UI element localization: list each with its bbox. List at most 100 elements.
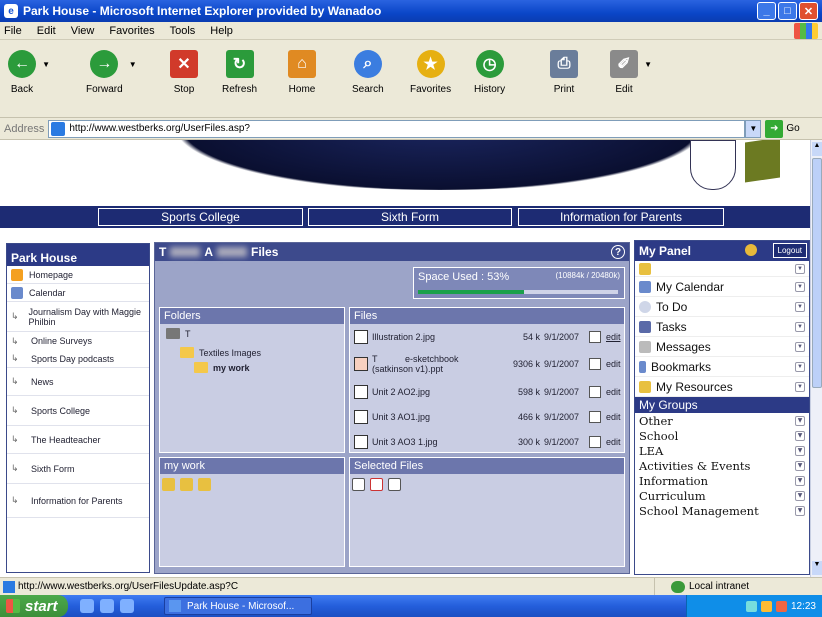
left-item-homepage[interactable]: Homepage xyxy=(7,266,149,284)
chevron-down-icon[interactable]: ▼ xyxy=(795,341,805,352)
new-folder-icon[interactable] xyxy=(162,478,175,491)
file-checkbox[interactable] xyxy=(589,358,601,370)
close-button[interactable]: ✕ xyxy=(799,2,818,20)
maximize-button[interactable]: □ xyxy=(778,2,797,20)
chevron-down-icon[interactable]: ▼ xyxy=(795,505,805,516)
group-item-activities-events[interactable]: Activities & Events ▼ xyxy=(635,458,809,473)
nav-information-for-parents[interactable]: Information for Parents xyxy=(518,208,724,226)
home-button[interactable]: ⌂ Home xyxy=(288,50,316,95)
panel-item-my-resources[interactable]: My Resources ▼ xyxy=(635,377,809,397)
chevron-down-icon[interactable]: ▼ xyxy=(795,263,805,274)
move-file-icon[interactable] xyxy=(388,478,401,491)
back-button[interactable]: ← Back ▼ xyxy=(8,50,50,95)
panel-item-messages[interactable]: Messages ▼ xyxy=(635,337,809,357)
panel-item-my-calendar[interactable]: My Calendar ▼ xyxy=(635,277,809,297)
panel-item-to-do[interactable]: To Do ▼ xyxy=(635,297,809,317)
scroll-thumb[interactable] xyxy=(812,158,822,388)
left-item-headteacher[interactable]: ↳ The Headteacher xyxy=(7,426,149,454)
chevron-down-icon[interactable]: ▼ xyxy=(795,281,805,292)
security-icon[interactable] xyxy=(775,600,787,612)
file-edit-link[interactable]: edit xyxy=(606,359,621,369)
nav-sports-college[interactable]: Sports College xyxy=(98,208,303,226)
file-checkbox[interactable] xyxy=(589,410,601,423)
chevron-down-icon[interactable]: ▼ xyxy=(795,415,805,426)
group-item-school-management[interactable]: School Management ▼ xyxy=(635,503,809,518)
file-row[interactable]: Illustration 2.jpg 54 k 9/1/2007 edit xyxy=(350,324,624,349)
scroll-down-button[interactable]: ▼ xyxy=(812,561,822,575)
taskbar-window-button[interactable]: Park House - Microsof... xyxy=(164,597,312,615)
left-item-online-surveys[interactable]: ↳ Online Surveys xyxy=(7,332,149,350)
file-edit-link[interactable]: edit xyxy=(606,387,621,397)
chevron-down-icon[interactable]: ▼ xyxy=(795,381,805,392)
delete-folder-icon[interactable] xyxy=(198,478,211,491)
print-button[interactable]: ⎙ Print xyxy=(550,50,578,95)
left-item-journalism-day[interactable]: ↳ Journalism Day with Maggie Philbin xyxy=(7,302,149,332)
left-item-sports-college[interactable]: ↳ Sports College xyxy=(7,396,149,426)
add-file-icon[interactable] xyxy=(352,478,365,491)
panel-item-tasks[interactable]: Tasks ▼ xyxy=(635,317,809,337)
chevron-down-icon[interactable]: ▼ xyxy=(795,321,805,332)
chevron-down-icon[interactable]: ▼ xyxy=(795,460,805,471)
file-edit-link[interactable]: edit xyxy=(606,412,621,422)
group-item-lea[interactable]: LEA ▼ xyxy=(635,443,809,458)
history-button[interactable]: ◷ History xyxy=(474,50,505,95)
left-item-sixth-form[interactable]: ↳ Sixth Form xyxy=(7,454,149,484)
media-quicklaunch-icon[interactable] xyxy=(100,599,114,613)
left-item-calendar[interactable]: Calendar xyxy=(7,284,149,302)
chevron-down-icon[interactable]: ▼ xyxy=(795,361,805,372)
messenger-quicklaunch-icon[interactable] xyxy=(120,599,134,613)
folder-textiles-images[interactable]: Textiles Images xyxy=(180,347,344,358)
scroll-up-button[interactable]: ▲ xyxy=(812,142,822,156)
chevron-down-icon[interactable]: ▼ xyxy=(795,445,805,456)
left-item-news[interactable]: ↳ News xyxy=(7,368,149,396)
refresh-button[interactable]: ↻ Refresh xyxy=(222,50,257,95)
menu-view[interactable]: View xyxy=(71,25,95,37)
folder-root[interactable]: T xyxy=(166,328,344,339)
group-item-information[interactable]: Information ▼ xyxy=(635,473,809,488)
delete-file-icon[interactable] xyxy=(370,478,383,491)
rename-folder-icon[interactable] xyxy=(180,478,193,491)
file-edit-link[interactable]: edit xyxy=(606,332,621,342)
go-button[interactable]: Go xyxy=(786,123,799,134)
left-item-information-for-parents[interactable]: ↳ Information for Parents xyxy=(7,484,149,518)
group-item-other[interactable]: Other ▼ xyxy=(635,413,809,428)
stop-button[interactable]: ✕ Stop xyxy=(170,50,198,95)
forward-button[interactable]: → Forward ▼ xyxy=(86,50,137,95)
group-item-curriculum[interactable]: Curriculum ▼ xyxy=(635,488,809,503)
folder-my-work[interactable]: my work xyxy=(194,362,344,373)
start-button[interactable]: start xyxy=(0,595,68,617)
nav-sixth-form[interactable]: Sixth Form xyxy=(308,208,512,226)
file-row[interactable]: Unit 2 AO2.jpg 598 k 9/1/2007 edit xyxy=(350,379,624,404)
menu-edit[interactable]: Edit xyxy=(37,25,56,37)
address-input[interactable]: http://www.westberks.org/UserFiles.asp? xyxy=(48,119,746,138)
file-checkbox[interactable] xyxy=(589,330,601,343)
group-item-school[interactable]: School ▼ xyxy=(635,428,809,443)
minimize-button[interactable]: _ xyxy=(757,2,776,20)
file-row[interactable]: T e-sketchbook (satkinson v1).ppt 9306 k9… xyxy=(350,349,624,379)
menu-help[interactable]: Help xyxy=(210,25,233,37)
panel-item-notes[interactable]: ▼ xyxy=(635,261,809,277)
menu-tools[interactable]: Tools xyxy=(170,25,196,37)
volume-icon[interactable] xyxy=(760,600,772,612)
file-checkbox[interactable] xyxy=(589,435,601,448)
chevron-down-icon[interactable]: ▼ xyxy=(795,475,805,486)
logout-button[interactable]: Logout xyxy=(772,243,807,258)
file-row[interactable]: Unit 3 AO3 1.jpg 300 k 9/1/2007 edit xyxy=(350,429,624,454)
menu-file[interactable]: File xyxy=(4,25,22,37)
left-item-sports-day-podcasts[interactable]: ↳ Sports Day podcasts xyxy=(7,350,149,368)
help-icon[interactable]: ? xyxy=(611,245,625,259)
vertical-scrollbar[interactable]: ▲ ▼ xyxy=(810,140,822,577)
go-icon[interactable]: ➜ xyxy=(765,119,784,138)
panel-item-bookmarks[interactable]: Bookmarks ▼ xyxy=(635,357,809,377)
chevron-down-icon[interactable]: ▼ xyxy=(795,430,805,441)
chevron-down-icon[interactable]: ▼ xyxy=(795,301,805,312)
search-button[interactable]: ⌕ Search xyxy=(352,50,384,95)
menu-favorites[interactable]: Favorites xyxy=(109,25,154,37)
chevron-down-icon[interactable]: ▼ xyxy=(795,490,805,501)
network-icon[interactable] xyxy=(745,600,757,612)
file-row[interactable]: Unit 3 AO1.jpg 466 k 9/1/2007 edit xyxy=(350,404,624,429)
address-dropdown-button[interactable]: ▼ xyxy=(745,119,762,138)
favorites-button[interactable]: ★ Favorites xyxy=(410,50,451,95)
file-checkbox[interactable] xyxy=(589,385,601,398)
file-edit-link[interactable]: edit xyxy=(606,437,621,447)
